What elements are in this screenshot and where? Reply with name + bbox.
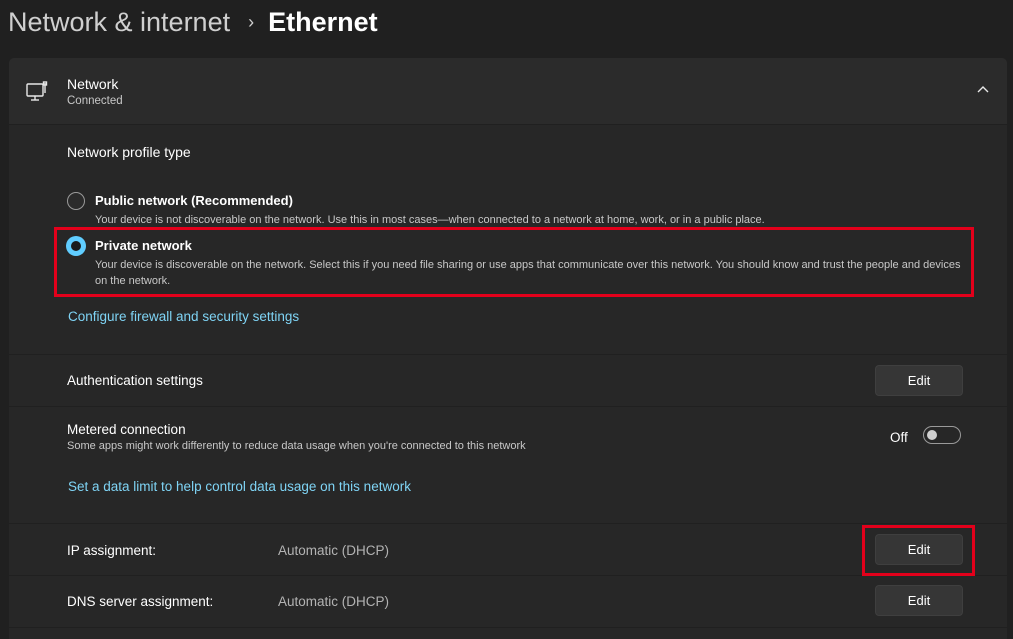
ip-assignment-label: IP assignment: bbox=[67, 543, 157, 558]
private-network-highlight bbox=[54, 227, 974, 297]
profile-type-title: Network profile type bbox=[67, 144, 191, 160]
ip-assignment-row: IP assignment: Automatic (DHCP) Edit bbox=[9, 524, 1007, 575]
next-row-partial bbox=[9, 628, 1007, 639]
metered-label: Metered connection bbox=[67, 422, 186, 437]
ip-assignment-value: Automatic (DHCP) bbox=[278, 543, 390, 558]
breadcrumb-parent[interactable]: Network & internet bbox=[8, 7, 230, 38]
public-network-option[interactable]: Public network (Recommended) Your device… bbox=[67, 192, 977, 228]
firewall-settings-link[interactable]: Configure firewall and security settings bbox=[68, 309, 299, 324]
authentication-row: Authentication settings Edit bbox=[9, 355, 1007, 406]
dns-assignment-label: DNS server assignment: bbox=[67, 594, 214, 609]
metered-toggle-state: Off bbox=[890, 430, 908, 445]
ip-edit-highlight bbox=[862, 525, 975, 576]
authentication-edit-button[interactable]: Edit bbox=[875, 365, 963, 396]
chevron-up-icon[interactable] bbox=[975, 82, 991, 98]
public-network-description: Your device is not discoverable on the n… bbox=[95, 214, 765, 226]
settings-page: Network & internet › Ethernet Network Co… bbox=[0, 0, 1013, 639]
dns-assignment-value: Automatic (DHCP) bbox=[278, 594, 390, 609]
dns-assignment-row: DNS server assignment: Automatic (DHCP) … bbox=[9, 576, 1007, 627]
network-status: Connected bbox=[67, 95, 123, 107]
data-limit-link[interactable]: Set a data limit to help control data us… bbox=[68, 479, 411, 494]
breadcrumb: Network & internet › Ethernet bbox=[8, 2, 378, 42]
metered-toggle[interactable] bbox=[923, 426, 961, 444]
page-title: Ethernet bbox=[268, 6, 378, 37]
metered-description: Some apps might work differently to redu… bbox=[67, 440, 526, 452]
public-network-label: Public network (Recommended) bbox=[95, 193, 293, 208]
metered-connection-row: Metered connection Some apps might work … bbox=[9, 407, 1007, 523]
ethernet-monitor-icon bbox=[25, 80, 49, 104]
breadcrumb-separator-icon: › bbox=[248, 11, 255, 32]
dns-edit-button[interactable]: Edit bbox=[875, 585, 963, 616]
network-header[interactable]: Network Connected bbox=[9, 58, 1007, 124]
public-network-radio[interactable] bbox=[67, 192, 85, 210]
network-title: Network bbox=[67, 76, 119, 92]
authentication-label: Authentication settings bbox=[67, 373, 203, 388]
